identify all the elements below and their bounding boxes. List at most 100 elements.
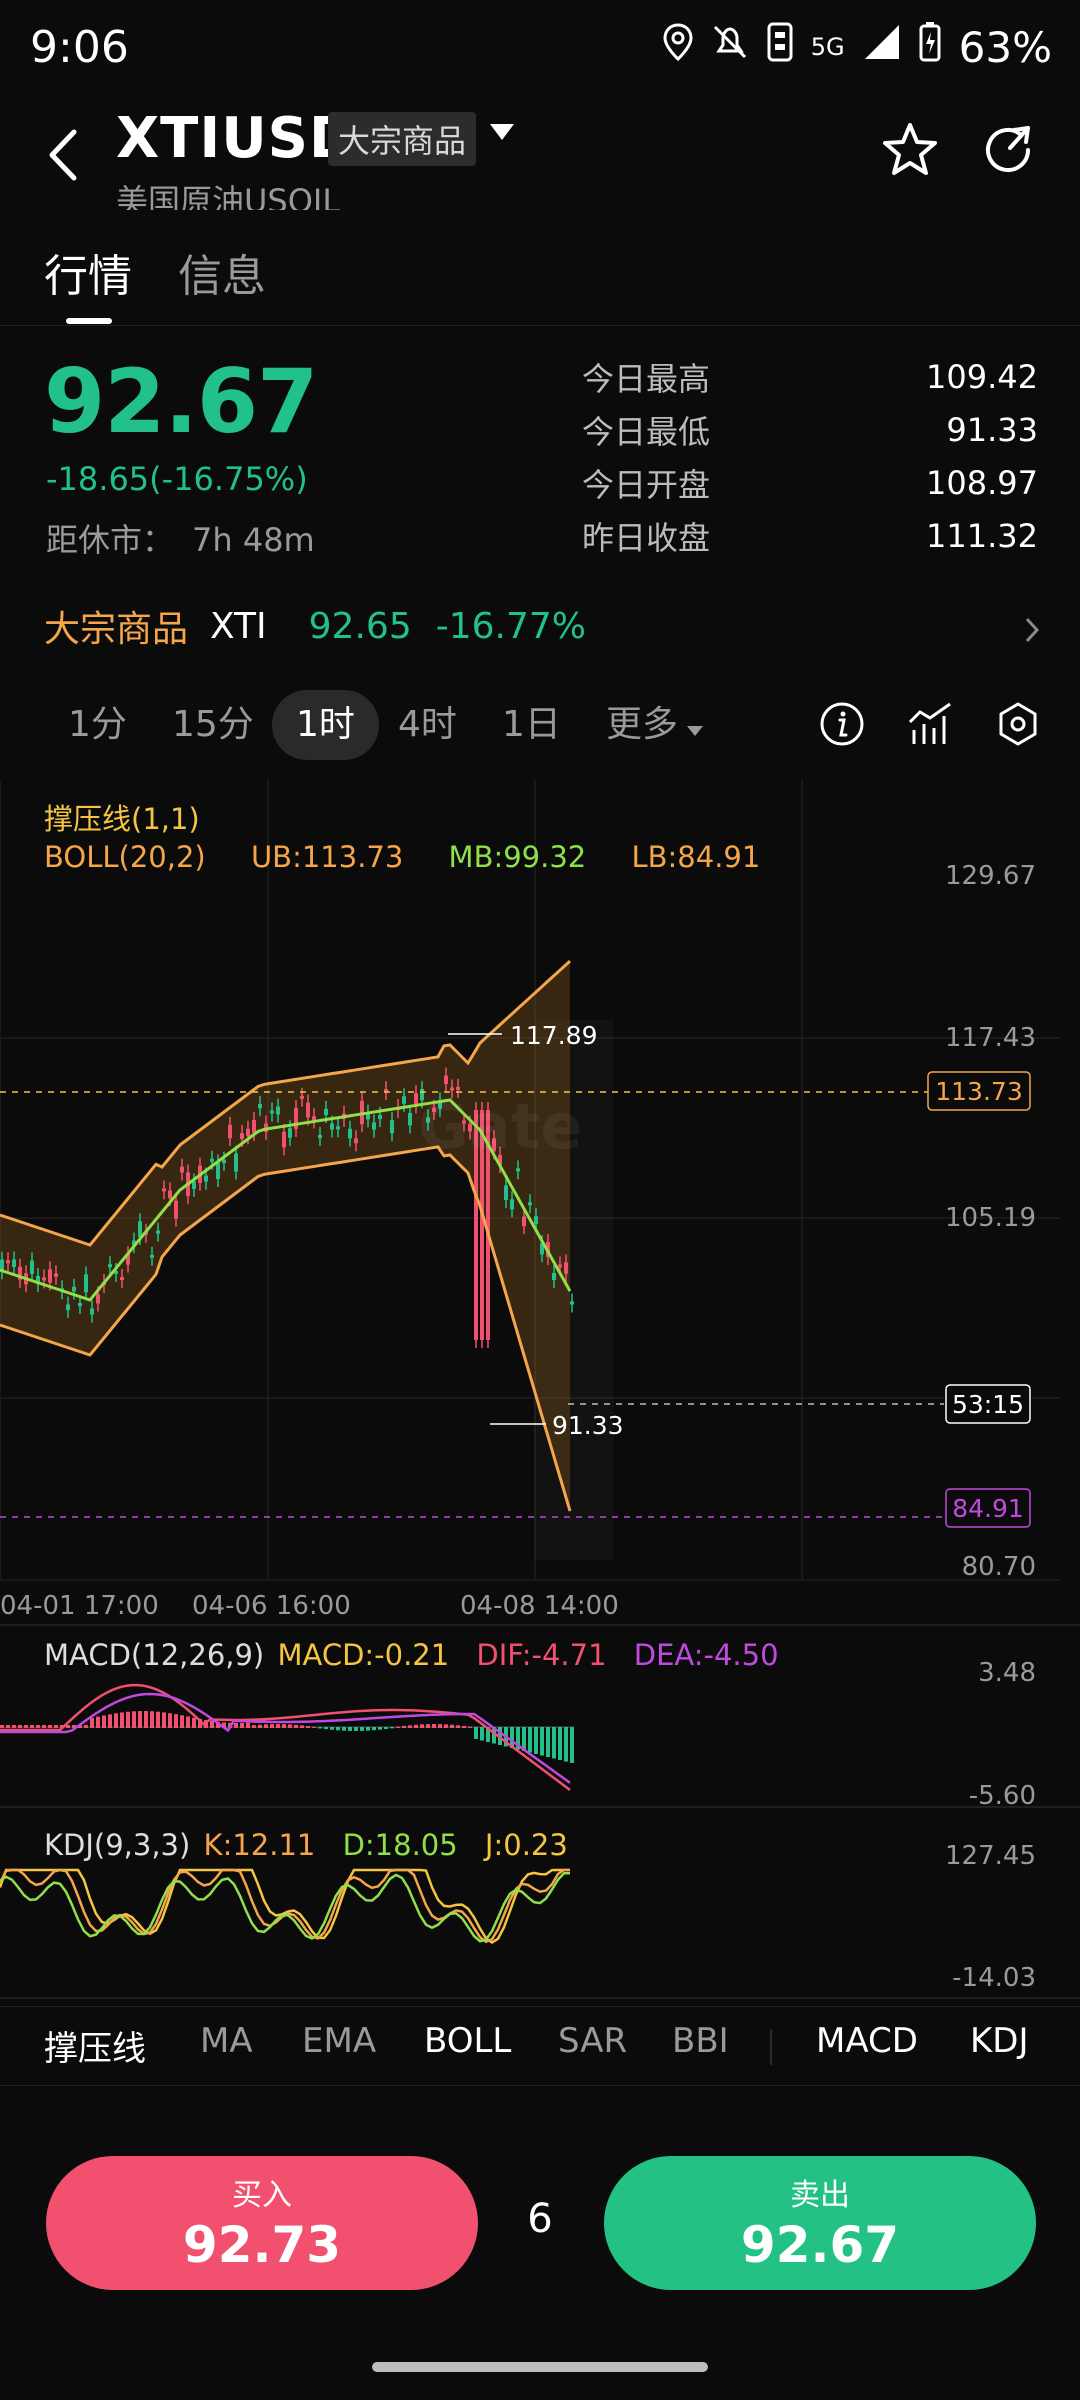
candle-body bbox=[42, 1277, 46, 1281]
macd-histogram-bar bbox=[84, 1725, 88, 1728]
candle-body bbox=[504, 1185, 508, 1201]
macd-histogram-bar bbox=[276, 1724, 280, 1728]
candle-body bbox=[402, 1096, 406, 1104]
candle-body bbox=[510, 1199, 514, 1210]
back-icon[interactable] bbox=[40, 120, 90, 190]
low-marker-label: 91.33 bbox=[552, 1411, 624, 1440]
ind-tab-bbi[interactable]: BBI bbox=[672, 2021, 729, 2061]
macd-histogram-bar bbox=[18, 1725, 22, 1728]
y-tick: 105.19 bbox=[945, 1203, 1036, 1233]
macd-histogram-bar bbox=[36, 1725, 40, 1728]
network-type: 5G bbox=[810, 33, 845, 61]
ind-tab-ema[interactable]: EMA bbox=[302, 2021, 376, 2061]
candlestick-chart[interactable]: Gate 129.67 117.43 105.19 80.70 04-01 17… bbox=[0, 780, 1080, 2000]
countdown-tag-label: 53:15 bbox=[952, 1390, 1024, 1419]
macd-histogram-bar bbox=[360, 1727, 364, 1731]
macd-histogram-bar bbox=[396, 1726, 400, 1728]
interval-4h[interactable]: 4时 bbox=[374, 690, 481, 760]
battery-percent: 63% bbox=[958, 22, 1052, 72]
stat-value: 109.42 bbox=[926, 357, 1038, 396]
market-close-countdown: 距休市： 7h 48m bbox=[46, 515, 315, 561]
ticker-category: 大宗商品 bbox=[44, 609, 189, 650]
status-bar: 9:06 5G 63% bbox=[0, 0, 1080, 100]
candle-body bbox=[156, 1230, 160, 1234]
candle-body bbox=[282, 1131, 286, 1148]
info-icon[interactable] bbox=[818, 700, 866, 752]
caret-down-icon bbox=[686, 691, 704, 761]
macd-histogram-bar bbox=[480, 1727, 484, 1741]
candle-body bbox=[30, 1260, 34, 1274]
ticker-symbol: XTI bbox=[210, 605, 267, 647]
ind-tab-ma[interactable]: MA bbox=[200, 2021, 253, 2061]
ind-tab-macd[interactable]: MACD bbox=[816, 2021, 918, 2061]
buy-button[interactable]: 买入 92.73 bbox=[46, 2156, 478, 2290]
interval-more[interactable]: 更多 bbox=[582, 690, 728, 760]
ind-tab-support[interactable]: 撑压线 bbox=[44, 2021, 146, 2070]
ind-tab-kdj[interactable]: KDJ bbox=[970, 2021, 1029, 2061]
settings-icon[interactable] bbox=[994, 700, 1042, 752]
indicator-separator bbox=[770, 2029, 772, 2065]
macd-histogram-bar bbox=[324, 1727, 328, 1730]
macd-histogram-bar bbox=[414, 1724, 418, 1728]
sell-button[interactable]: 卖出 92.67 bbox=[604, 2156, 1036, 2290]
macd-histogram-bar bbox=[180, 1715, 184, 1728]
star-icon[interactable] bbox=[880, 120, 940, 184]
macd-y-max: 3.48 bbox=[978, 1658, 1036, 1688]
candle-body bbox=[558, 1264, 562, 1268]
macd-histogram-bar bbox=[48, 1725, 52, 1728]
macd-histogram-bar bbox=[138, 1711, 142, 1728]
candle-body bbox=[306, 1102, 310, 1118]
candle-body bbox=[48, 1269, 52, 1283]
macd-histogram-bar bbox=[528, 1727, 532, 1753]
kdj-panel bbox=[0, 1868, 570, 1945]
macd-histogram-bar bbox=[402, 1725, 406, 1728]
ind-tab-sar[interactable]: SAR bbox=[558, 2021, 627, 2061]
mute-icon bbox=[711, 23, 749, 71]
candle-body bbox=[246, 1128, 250, 1137]
macd-histogram-bar bbox=[288, 1724, 292, 1728]
macd-histogram-bar bbox=[162, 1712, 166, 1728]
stat-row-prev-close: 昨日收盘 111.32 bbox=[582, 509, 1038, 562]
indicator-icon[interactable] bbox=[906, 700, 954, 752]
interval-1h[interactable]: 1时 bbox=[272, 690, 379, 760]
macd-histogram-bar bbox=[174, 1714, 178, 1728]
last-price: 92.67 bbox=[44, 350, 318, 453]
macd-histogram-bar bbox=[546, 1727, 550, 1757]
candle-body bbox=[240, 1133, 244, 1140]
interval-15m[interactable]: 15分 bbox=[148, 690, 278, 760]
price-change: -18.65(-16.75%) bbox=[46, 460, 308, 498]
candle-body bbox=[444, 1075, 448, 1084]
candle-body bbox=[300, 1095, 304, 1099]
macd-histogram-bar bbox=[30, 1725, 34, 1728]
ind-tab-boll[interactable]: BOLL bbox=[424, 2021, 511, 2061]
candle-body bbox=[72, 1286, 76, 1292]
macd-histogram-bar bbox=[474, 1727, 478, 1739]
macd-histogram-bar bbox=[408, 1725, 412, 1728]
macd-histogram-bar bbox=[450, 1724, 454, 1728]
chevron-down-icon[interactable] bbox=[488, 122, 516, 146]
ticker-percent: -16.77% bbox=[435, 605, 586, 647]
related-ticker-row[interactable]: 大宗商品 XTI 92.65 -16.77% bbox=[44, 598, 1040, 654]
macd-histogram-bar bbox=[300, 1725, 304, 1728]
candle-body bbox=[138, 1221, 142, 1238]
candle-body bbox=[324, 1108, 328, 1116]
candle-body bbox=[210, 1158, 214, 1162]
tab-market[interactable]: 行情 bbox=[44, 240, 132, 304]
stat-value: 111.32 bbox=[926, 516, 1038, 555]
candle-body bbox=[372, 1122, 376, 1130]
candle-body bbox=[216, 1162, 220, 1180]
candle-body bbox=[180, 1166, 184, 1173]
macd-histogram-bar bbox=[348, 1727, 352, 1731]
interval-1m[interactable]: 1分 bbox=[44, 690, 151, 760]
macd-histogram-bar bbox=[540, 1727, 544, 1756]
macd-histogram-bar bbox=[366, 1727, 370, 1731]
share-icon[interactable] bbox=[980, 120, 1040, 184]
stat-label: 今日最低 bbox=[582, 412, 711, 451]
stat-label: 昨日收盘 bbox=[582, 518, 711, 557]
status-time: 9:06 bbox=[30, 22, 129, 73]
candle-body bbox=[390, 1120, 394, 1134]
home-indicator[interactable] bbox=[372, 2362, 708, 2372]
macd-histogram-bar bbox=[6, 1725, 10, 1728]
tab-info[interactable]: 信息 bbox=[178, 240, 266, 304]
interval-1d[interactable]: 1日 bbox=[478, 690, 585, 760]
